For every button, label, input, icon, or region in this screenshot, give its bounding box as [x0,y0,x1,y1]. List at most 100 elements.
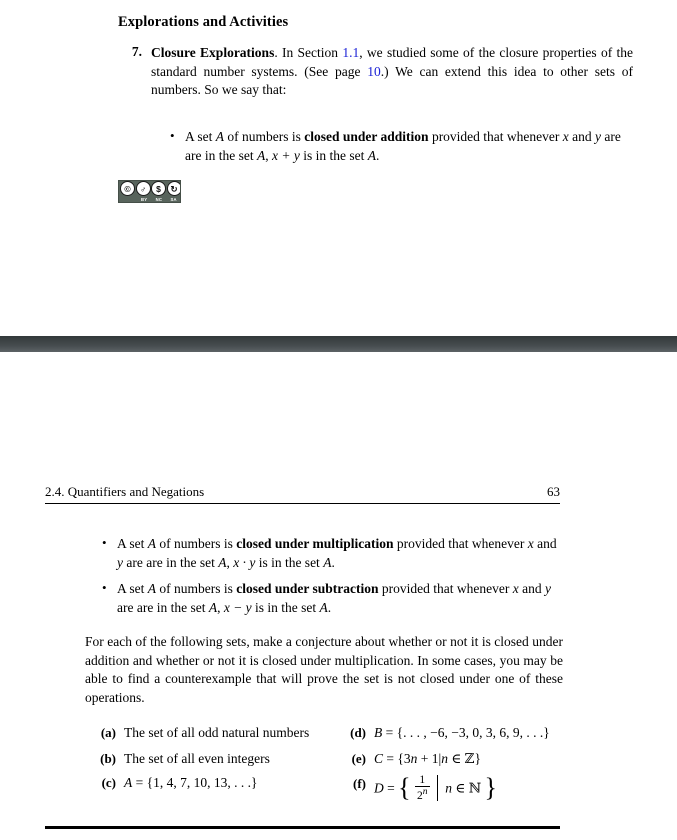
exercise-body: Closure Explorations. In Section 1.1, we… [151,44,633,100]
bullet-bold-term: closed under addition [304,129,429,144]
bullet-period: . [331,554,335,570]
math-expression-sum: x + y [271,147,300,163]
enum-text-e-mid: + 1| [417,750,442,766]
exercise-7: 7. Closure Explorations. In Section 1.1,… [118,44,633,100]
math-var-A3: A [319,599,328,615]
running-header-title: 2.4. Quantifiers and Negations [45,484,205,499]
list-item: (f) D = { 1 2n n ∈ ℕ } [338,774,578,804]
cc-label-by: BY [141,197,148,202]
header-divider [45,503,560,504]
exercise-text-a: . In Section [274,45,343,60]
cc-label-row: BY NC SA [121,197,180,202]
bottom-divider [45,826,560,829]
fraction-numerator: 1 [414,774,430,788]
page-one-region: Explorations and Activities 7. Closure E… [0,0,677,336]
enum-text-e-pre: = {3 [383,750,411,766]
cc-label-nc: NC [155,197,163,202]
definition-bullet-list-page-two: A set A of numbers is closed under multi… [100,534,562,625]
enum-text-d: = {. . . , −6, −3, 0, 3, 6, 9, . . .} [382,725,550,740]
bullet-mid4: are are in the set [117,599,209,615]
math-var-C-set: C [374,750,384,766]
bullet-tail: is in the set [299,147,368,163]
math-var-A-set: A [124,775,133,790]
enum-text-c: = {1, 4, 7, 10, 13, . . .} [132,775,258,790]
enum-text-e-post: ∈ ℤ} [447,750,482,766]
definition-bullet-list-page-one: A set A of numbers is closed under addit… [168,127,633,172]
fraction-denominator: 2n [416,786,428,803]
section-heading: Explorations and Activities [118,14,289,30]
math-var-y1: y [544,581,551,596]
cc-icon: © [120,181,135,196]
math-var-A1: A [215,129,225,144]
enum-label-e: (e) [351,750,366,766]
bullet-lead: A set [185,129,216,144]
exercise-number: 7. [131,44,142,59]
bullet-tail: is in the set [251,599,320,615]
math-var-A3: A [367,147,376,163]
creative-commons-license-badge[interactable]: © ♂ $ ↻ BY NC SA [118,180,181,203]
bullet-mid3: and [568,129,596,144]
fraction-one-over-two-to-n: 1 2n [414,774,430,803]
bullet-mid5: , [217,599,224,615]
by-person-icon: ♂ [135,181,151,196]
list-item: (a) The set of all odd natural numbers [88,724,313,743]
math-expression-difference: x − y [223,599,252,615]
bullet-mid2: provided that whenever [378,581,513,596]
enum-label-c: (c) [101,775,116,790]
math-var-B-set: B [374,725,383,740]
bullet-closed-under-multiplication: A set A of numbers is closed under multi… [100,534,562,572]
bullet-mid1: of numbers is [224,129,305,144]
enumerated-column-left: (a) The set of all odd natural numbers (… [88,724,313,799]
enum-label-f: (f) [353,776,366,791]
sa-share-alike-icon: ↻ [166,181,180,196]
enum-text-a: The set of all odd natural numbers [124,725,310,740]
conjecture-paragraph: For each of the following sets, make a c… [85,634,563,705]
bullet-bold-term: closed under subtraction [236,581,379,596]
bullet-lead: A set [117,581,148,596]
bullet-closed-under-addition: A set A of numbers is closed under addit… [168,127,633,165]
math-expression-product: x · y [233,554,256,570]
page-separator-band [0,336,677,352]
bullet-mid2: provided that whenever [393,536,528,551]
equals-sign: = [387,780,395,796]
enum-text-b: The set of all even integers [124,750,270,766]
bullet-mid3: and [533,536,557,551]
bullet-period: . [375,147,380,163]
bullet-lead: A set [117,536,148,551]
bullet-closed-under-subtraction: A set A of numbers is closed under subtr… [100,579,562,617]
running-header: 2.4. Quantifiers and Negations 63 [45,484,560,504]
cc-icon-row: © ♂ $ ↻ [120,181,180,196]
bullet-mid5: , [265,147,272,163]
math-var-A2: A [256,147,266,163]
list-item: (b) The set of all even integers [88,750,313,769]
bullet-mid2: provided that whenever [428,129,563,144]
bullet-mid1: of numbers is [156,581,237,596]
bullet-period: . [327,599,332,615]
link-section-1-1[interactable]: 1.1 [342,45,359,60]
enum-label-d: (d) [350,725,366,740]
page-two-region: 2.4. Quantifiers and Negations 63 A set … [0,352,677,840]
math-var-n2: n [441,750,448,766]
set-builder-bar-icon [436,775,438,802]
bullet-mid4: are are in the set [123,554,219,570]
enum-label-a: (a) [100,725,116,740]
list-item: (c) A = {1, 4, 7, 10, 13, . . .} [88,774,313,793]
math-var-A1: A [147,581,157,596]
bullet-mid3: and [518,581,545,596]
exercise-title: Closure Explorations [151,45,275,60]
bullet-tail: is in the set [255,554,324,570]
page-number: 63 [547,484,560,499]
enum-label-b: (b) [100,750,116,766]
membership-condition: ∈ ℕ [452,780,482,796]
cc-label-sa: SA [170,197,177,202]
nc-dollar-slash-icon: $ [151,181,166,196]
enumerated-column-right: (d) B = {. . . , −6, −3, 0, 3, 6, 9, . .… [338,724,578,810]
list-item: (e) C = {3n + 1|n ∈ ℤ} [338,750,578,769]
link-page-10[interactable]: 10 [367,64,381,79]
math-var-A2: A [208,599,218,615]
math-var-D-set: D [374,780,384,796]
math-var-A1: A [147,536,157,551]
list-item: (d) B = {. . . , −6, −3, 0, 3, 6, 9, . .… [338,724,578,743]
bullet-bold-term: closed under multiplication [236,536,394,551]
exponent-n: n [422,786,428,798]
